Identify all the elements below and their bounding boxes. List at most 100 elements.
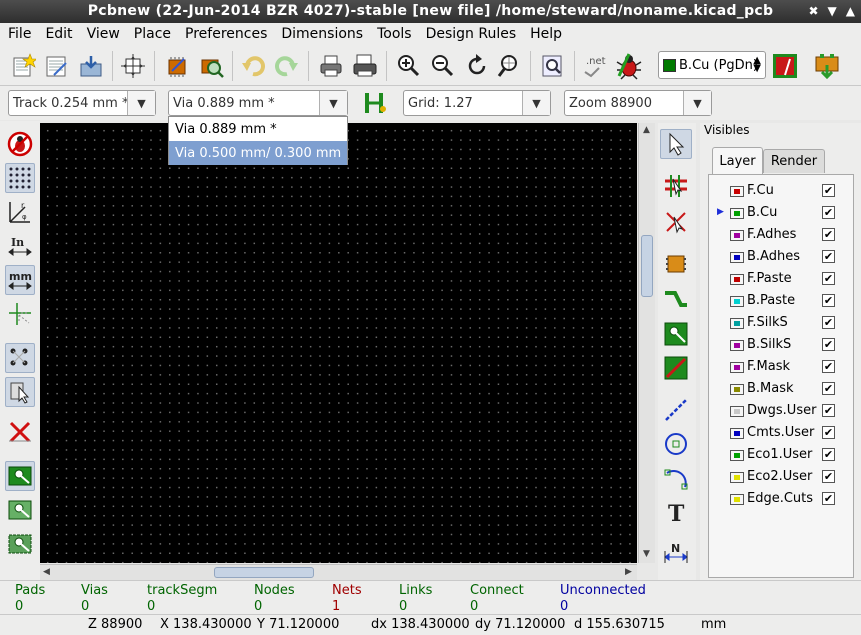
layer-visibility-checkbox[interactable]: ✔ <box>822 426 835 439</box>
layer-color-swatch[interactable] <box>730 186 744 197</box>
layer-visibility-checkbox[interactable]: ✔ <box>822 294 835 307</box>
vertical-scrollbar[interactable]: ▲ ▼ <box>638 123 655 563</box>
layer-row[interactable]: F.Paste ✔ <box>709 268 853 290</box>
layer-visibility-checkbox[interactable]: ✔ <box>822 250 835 263</box>
layer-name[interactable]: Edge.Cuts <box>747 491 813 506</box>
layer-visibility-checkbox[interactable]: ✔ <box>822 228 835 241</box>
menu-preferences[interactable]: Preferences <box>185 26 267 42</box>
grid-select[interactable]: Grid: 1.27 ▼ <box>403 90 551 116</box>
layer-name[interactable]: F.Paste <box>747 271 792 286</box>
zoom-in-icon[interactable] <box>394 51 424 81</box>
layer-name[interactable]: B.Cu <box>747 205 777 220</box>
layer-row[interactable]: F.Adhes ✔ <box>709 224 853 246</box>
layer-visibility-checkbox[interactable]: ✔ <box>822 404 835 417</box>
module-viewer-icon[interactable] <box>196 51 226 81</box>
layer-row[interactable]: Eco1.User ✔ <box>709 444 853 466</box>
menu-design-rules[interactable]: Design Rules <box>426 26 517 42</box>
layer-visibility-checkbox[interactable]: ✔ <box>822 360 835 373</box>
close-window-icon[interactable]: ✖ <box>808 4 818 18</box>
layer-pair-icon[interactable] <box>770 51 800 81</box>
layer-selector[interactable]: B. Cu (PgDn) ▲ ▼ <box>658 51 766 79</box>
layer-name[interactable]: F.SilkS <box>747 315 788 330</box>
layer-visibility-checkbox[interactable]: ✔ <box>822 184 835 197</box>
open-board-icon[interactable] <box>42 51 72 81</box>
menu-dimensions[interactable]: Dimensions <box>281 26 363 42</box>
layer-name[interactable]: Cmts.User <box>747 425 814 440</box>
layer-row[interactable]: Cmts.User ✔ <box>709 422 853 444</box>
layer-row[interactable]: B.Mask ✔ <box>709 378 853 400</box>
layer-color-swatch[interactable] <box>730 274 744 285</box>
print-icon[interactable] <box>316 51 346 81</box>
chevron-down-icon[interactable]: ▼ <box>127 91 155 115</box>
layer-row[interactable]: F.SilkS ✔ <box>709 312 853 334</box>
track-width-select[interactable]: Track 0.254 mm * ▼ <box>8 90 156 116</box>
layer-name[interactable]: Eco2.User <box>747 469 812 484</box>
scroll-left-icon[interactable]: ◀ <box>43 567 50 577</box>
layer-name[interactable]: B.SilkS <box>747 337 791 352</box>
layer-visibility-checkbox[interactable]: ✔ <box>822 448 835 461</box>
layer-visibility-checkbox[interactable]: ✔ <box>822 316 835 329</box>
layer-color-swatch[interactable] <box>730 318 744 329</box>
page-settings-icon[interactable] <box>118 51 148 81</box>
add-line-icon[interactable] <box>660 395 692 425</box>
new-board-icon[interactable] <box>8 51 38 81</box>
redraw-icon[interactable] <box>462 51 492 81</box>
menu-tools[interactable]: Tools <box>377 26 412 42</box>
layer-row[interactable]: F.Mask ✔ <box>709 356 853 378</box>
plot-icon[interactable] <box>350 51 380 81</box>
add-keepout-icon[interactable] <box>660 353 692 383</box>
layer-visibility-checkbox[interactable]: ✔ <box>822 470 835 483</box>
zoom-fit-icon[interactable] <box>494 51 524 81</box>
layer-visibility-checkbox[interactable]: ✔ <box>822 382 835 395</box>
menu-edit[interactable]: Edit <box>45 26 72 42</box>
layer-row[interactable]: Dwgs.User ✔ <box>709 400 853 422</box>
maximize-window-icon[interactable]: ▲ <box>846 4 855 18</box>
chevron-down-icon[interactable]: ▼ <box>319 91 347 115</box>
layer-name[interactable]: B.Adhes <box>747 249 800 264</box>
layer-color-swatch[interactable] <box>730 296 744 307</box>
layer-color-swatch[interactable] <box>730 252 744 263</box>
via-option[interactable]: Via 0.889 mm * <box>169 117 347 141</box>
menu-file[interactable]: File <box>8 26 31 42</box>
scroll-up-icon[interactable]: ▲ <box>643 125 650 135</box>
chevron-down-icon[interactable]: ▼ <box>522 91 550 115</box>
auto-track-width-icon[interactable] <box>360 88 390 118</box>
vertical-scroll-thumb[interactable] <box>641 235 653 297</box>
layer-row[interactable]: ▶ B.Cu ✔ <box>709 202 853 224</box>
cursor-shape-icon[interactable] <box>5 299 35 329</box>
layer-row[interactable]: F.Cu ✔ <box>709 180 853 202</box>
layer-name[interactable]: F.Cu <box>747 183 774 198</box>
add-module-icon[interactable] <box>660 249 692 279</box>
select-arrow-icon[interactable] <box>660 129 692 159</box>
tab-layer[interactable]: Layer <box>712 147 763 174</box>
add-dimension-icon[interactable]: N <box>660 537 692 567</box>
layer-color-swatch[interactable] <box>730 384 744 395</box>
layer-visibility-checkbox[interactable]: ✔ <box>822 492 835 505</box>
minimize-window-icon[interactable]: ▼ <box>828 4 837 18</box>
add-text-icon[interactable]: T <box>660 497 692 527</box>
layer-color-swatch[interactable] <box>730 362 744 373</box>
layer-color-swatch[interactable] <box>730 340 744 351</box>
zone-fill-icon[interactable] <box>5 461 35 491</box>
via-size-select[interactable]: Via 0.889 mm * ▼ <box>168 90 348 116</box>
layer-color-swatch[interactable] <box>730 406 744 417</box>
layer-name[interactable]: Eco1.User <box>747 447 812 462</box>
local-ratsnest-icon[interactable] <box>660 207 692 237</box>
highlight-net-icon[interactable] <box>660 171 692 201</box>
module-ratsnest-icon[interactable] <box>5 377 35 407</box>
horizontal-scrollbar[interactable]: ◀ ▶ <box>40 564 637 580</box>
layer-visibility-checkbox[interactable]: ✔ <box>822 272 835 285</box>
find-icon[interactable] <box>538 51 568 81</box>
menu-help[interactable]: Help <box>530 26 562 42</box>
layer-name[interactable]: B.Paste <box>747 293 795 308</box>
drc-icon[interactable] <box>614 51 644 81</box>
units-inch-icon[interactable]: In <box>5 231 35 261</box>
add-track-icon[interactable] <box>660 285 692 315</box>
autoplace-icon[interactable] <box>812 51 842 81</box>
layer-row[interactable]: Edge.Cuts ✔ <box>709 488 853 510</box>
tab-render[interactable]: Render <box>763 149 825 173</box>
layer-color-swatch[interactable] <box>730 428 744 439</box>
add-zone-icon[interactable] <box>660 319 692 349</box>
polar-coords-icon[interactable]: rφ <box>5 197 35 227</box>
menu-place[interactable]: Place <box>134 26 171 42</box>
